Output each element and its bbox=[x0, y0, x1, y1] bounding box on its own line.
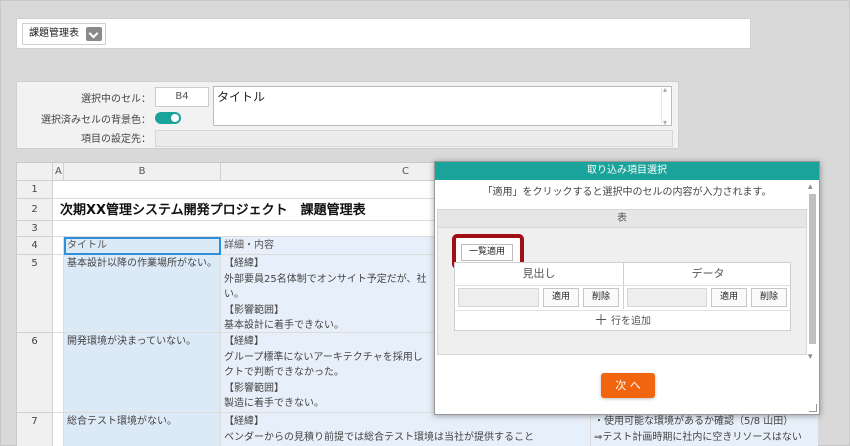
plus-icon: ＋ bbox=[594, 313, 608, 329]
selected-cell-ref: B4 bbox=[155, 87, 209, 107]
cell-d7[interactable]: ・使用可能な環境があるか確認（5/8 山田） ⇒テスト計画時期に社内に空きリソー… bbox=[591, 413, 818, 446]
heading-input[interactable] bbox=[458, 288, 539, 307]
heading-delete-button[interactable]: 削除 bbox=[583, 288, 619, 307]
row-header-6[interactable]: 6 bbox=[17, 333, 53, 413]
resize-grip-icon[interactable] bbox=[809, 404, 817, 412]
add-row-button[interactable]: ＋行を追加 bbox=[455, 311, 790, 331]
cell-a7[interactable] bbox=[53, 413, 64, 446]
scrollbar-thumb[interactable] bbox=[809, 194, 816, 344]
scroll-down-icon[interactable]: ▾ bbox=[808, 352, 813, 362]
table-panel-header: 表 bbox=[438, 210, 806, 228]
dialog-scrollbar[interactable]: ▴ ▾ bbox=[808, 182, 816, 362]
table-divider bbox=[623, 263, 624, 309]
row-header-7[interactable]: 7 bbox=[17, 413, 53, 446]
import-item-dialog: 取り込み項目選択 「適用」をクリックすると選択中のセルの内容が入力されます。 ▴… bbox=[434, 161, 820, 415]
next-button[interactable]: 次 へ bbox=[601, 373, 655, 398]
row-header-5[interactable]: 5 bbox=[17, 255, 53, 333]
heading-apply-button[interactable]: 適用 bbox=[543, 288, 579, 307]
row-header-4[interactable]: 4 bbox=[17, 237, 53, 255]
chevron-down-icon[interactable] bbox=[86, 27, 102, 41]
dialog-description: 「適用」をクリックすると選択中のセルの内容が入力されます。 bbox=[482, 187, 772, 198]
bg-color-toggle[interactable] bbox=[155, 112, 181, 124]
cell-a6[interactable] bbox=[53, 333, 64, 413]
bulk-apply-button[interactable]: 一覧適用 bbox=[461, 244, 513, 261]
selected-cell-label: 選択中のセル： bbox=[81, 94, 151, 105]
textarea-scrollbar[interactable] bbox=[661, 85, 670, 127]
item-setting-field[interactable] bbox=[155, 130, 673, 147]
mapping-table: 見出し データ 適用 削除 適用 削除 ＋行を追加 bbox=[454, 262, 791, 331]
column-data-label: データ bbox=[691, 267, 725, 280]
cell-a4[interactable] bbox=[53, 237, 64, 255]
add-row-label: 行を追加 bbox=[611, 316, 651, 327]
row-header-3[interactable]: 3 bbox=[17, 221, 53, 237]
item-setting-label: 項目の設定先： bbox=[81, 134, 151, 145]
cell-value-text: タイトル bbox=[217, 90, 266, 104]
cell-value-textarea[interactable]: タイトル bbox=[213, 85, 672, 127]
column-heading-label: 見出し bbox=[522, 267, 556, 280]
table-panel: 表 一覧適用 見出し データ 適用 削除 適用 削除 ＋行を追加 bbox=[437, 209, 807, 355]
cell-b6[interactable]: 開発環境が決まっていない。 bbox=[64, 333, 221, 413]
column-header-a[interactable]: A bbox=[53, 163, 64, 181]
data-apply-button[interactable]: 適用 bbox=[711, 288, 747, 307]
sheet-select-label: 課題管理表 bbox=[29, 28, 79, 39]
row-header-1[interactable]: 1 bbox=[17, 181, 53, 199]
cell-a5[interactable] bbox=[53, 255, 64, 333]
column-header-b[interactable]: B bbox=[64, 163, 221, 181]
sheet-select[interactable]: 課題管理表 bbox=[22, 23, 106, 45]
scroll-up-icon[interactable]: ▴ bbox=[808, 182, 813, 192]
cell-c7[interactable]: 【経緯】 ベンダーからの見積り前提では総合テスト環境は当社が提供すること bbox=[221, 413, 591, 446]
dialog-title[interactable]: 取り込み項目選択 bbox=[435, 162, 819, 180]
data-input[interactable] bbox=[627, 288, 707, 307]
toolbar: 課題管理表 bbox=[16, 18, 751, 49]
cell-b4-selected[interactable]: タイトル bbox=[64, 237, 221, 255]
table-header-line bbox=[455, 285, 790, 286]
bg-color-label: 選択済みセルの背景色： bbox=[41, 115, 151, 126]
sheet-title[interactable]: 次期XX管理システム開発プロジェクト 課題管理表 bbox=[57, 200, 477, 220]
cell-b7[interactable]: 総合テスト環境がない。 bbox=[64, 413, 221, 446]
row-header-2[interactable]: 2 bbox=[17, 199, 53, 221]
cell-b5[interactable]: 基本設計以降の作業場所がない。 bbox=[64, 255, 221, 333]
cell-info-panel: 選択中のセル： B4 タイトル 選択済みセルの背景色： 項目の設定先： bbox=[16, 81, 679, 149]
corner-header[interactable] bbox=[17, 163, 53, 181]
data-delete-button[interactable]: 削除 bbox=[751, 288, 787, 307]
